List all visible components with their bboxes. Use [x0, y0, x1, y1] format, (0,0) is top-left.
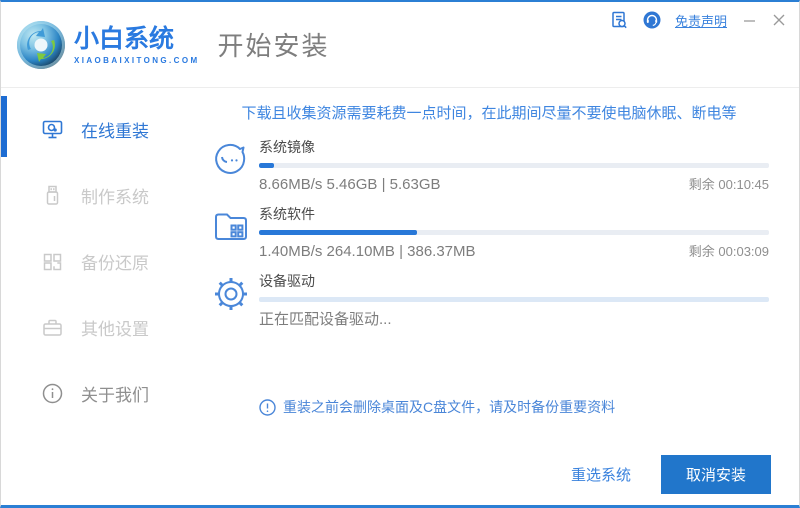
sidebar-item-label: 关于我们 [81, 385, 149, 405]
toolbox-icon [43, 319, 62, 336]
app-logo: 小白系统 XIAOBAIXITONG.COM [17, 20, 200, 69]
sidebar-item-make-system[interactable]: 制作系统 [1, 162, 201, 228]
reselect-system-button[interactable]: 重选系统 [571, 464, 631, 485]
logo-sphere-icon [17, 20, 65, 69]
time-remaining: 剩余 00:03:09 [688, 244, 769, 259]
gear-icon [209, 271, 253, 315]
sidebar-item-label: 其他设置 [81, 319, 149, 339]
disclaimer-link[interactable]: 免责声明 [675, 11, 727, 30]
logo-text: 小白系统 XIAOBAIXITONG.COM [74, 25, 200, 65]
customer-service-icon[interactable] [643, 11, 661, 29]
backup-note: 重装之前会删除桌面及C盘文件，请及时备份重要资料 [259, 397, 769, 417]
header: 小白系统 XIAOBAIXITONG.COM 开始安装 免责声明 [1, 2, 799, 88]
footer-actions: 重选系统 取消安装 [571, 455, 771, 494]
progress-bar [259, 297, 769, 302]
progress-bar [259, 230, 769, 235]
sidebar-item-label: 备份还原 [81, 253, 149, 273]
backup-restore-icon [43, 253, 62, 270]
usb-drive-icon [46, 185, 59, 205]
document-search-icon[interactable] [611, 11, 629, 29]
logo-title: 小白系统 [74, 24, 175, 53]
sidebar-item-backup-restore[interactable]: 备份还原 [1, 228, 201, 294]
task-name: 系统镜像 [259, 139, 315, 155]
folder-grid-icon [209, 204, 253, 248]
main-content: 下载且收集资源需要耗费一点时间，在此期间尽量不要使电脑休眠、断电等 系统镜像 8… [201, 88, 799, 504]
sidebar-item-about-us[interactable]: 关于我们 [1, 360, 201, 426]
task-row-system-software: 系统软件 1.40MB/s 264.10MB | 386.37MB 剩余 00:… [209, 201, 769, 260]
sidebar-item-other-settings[interactable]: 其他设置 [1, 294, 201, 360]
download-stats: 1.40MB/s 264.10MB | 386.37MB [259, 243, 476, 260]
download-stats: 8.66MB/s 5.46GB | 5.63GB [259, 176, 441, 193]
minimize-icon[interactable] [741, 11, 757, 29]
cancel-install-button[interactable]: 取消安装 [660, 455, 771, 494]
sidebar-item-online-reinstall[interactable]: 在线重装 [1, 96, 201, 162]
sidebar-item-label: 制作系统 [81, 187, 149, 207]
page-title: 开始安装 [217, 31, 330, 61]
task-name: 设备驱动 [259, 273, 315, 289]
task-name: 系统软件 [259, 206, 315, 222]
sidebar-item-label: 在线重装 [81, 121, 149, 141]
close-icon[interactable] [771, 11, 787, 29]
window-body: 在线重装 制作系统 备份还原 其他设置 关于我们 下载且收集资源需要耗费一点时间… [1, 88, 799, 504]
mascot-face-icon [209, 137, 253, 181]
info-circle-icon [42, 383, 63, 403]
active-indicator [1, 96, 7, 157]
app-window: 小白系统 XIAOBAIXITONG.COM 开始安装 免责声明 在线重装 制作… [0, 0, 800, 508]
sidebar: 在线重装 制作系统 备份还原 其他设置 关于我们 [1, 88, 201, 504]
task-row-device-driver: 设备驱动 正在匹配设备驱动... [209, 268, 769, 329]
backup-note-text: 重装之前会删除桌面及C盘文件，请及时备份重要资料 [283, 399, 616, 415]
warning-text: 下载且收集资源需要耗费一点时间，在此期间尽量不要使电脑休眠、断电等 [241, 105, 737, 122]
progress-fill [259, 163, 275, 168]
task-row-system-image: 系统镜像 8.66MB/s 5.46GB | 5.63GB 剩余 00:10:4… [209, 134, 769, 193]
task-status-text: 正在匹配设备驱动... [259, 311, 392, 328]
logo-subtitle: XIAOBAIXITONG.COM [74, 55, 200, 65]
task-list: 系统镜像 8.66MB/s 5.46GB | 5.63GB 剩余 00:10:4… [209, 134, 769, 337]
progress-bar [259, 163, 769, 168]
time-remaining: 剩余 00:10:45 [688, 177, 769, 192]
alert-circle-icon [259, 398, 276, 416]
monitor-reinstall-icon [42, 120, 63, 138]
progress-fill [259, 230, 418, 235]
header-controls: 免责声明 [611, 10, 787, 30]
